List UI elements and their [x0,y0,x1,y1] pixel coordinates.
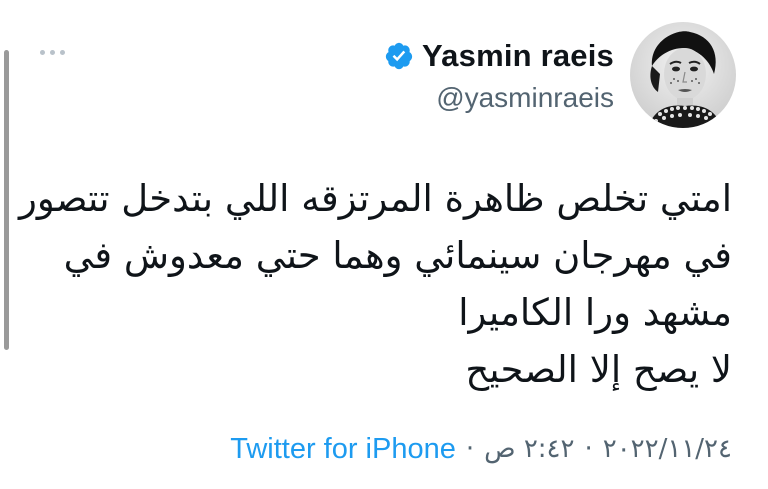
meta-separator: · [584,434,593,464]
author-handle[interactable]: @yasminraeis [436,80,614,116]
author-name-row: Yasmin raeis [384,37,614,75]
tweet-date[interactable]: ٢٠٢٢/١١/٢٤ [603,431,732,467]
verified-badge-icon [385,42,413,70]
avatar[interactable] [630,22,736,128]
more-options-icon [39,49,45,55]
more-options-icon-dot [49,49,55,55]
author-display-name[interactable]: Yasmin raeis [422,37,614,75]
more-options-icon-dot [59,49,65,55]
tweet-meta: ٢٠٢٢/١١/٢٤ · ٢:٤٢ ص · Twitter for iPhone [230,431,732,467]
tweet-screenshot: Yasmin raeis @yasminraeis امتي تخلص ظاهر… [0,0,768,489]
profile-avatar-icon [630,22,736,128]
tweet-time[interactable]: ٢:٤٢ ص [484,431,574,467]
more-options-button[interactable] [32,40,72,64]
tweet-text: امتي تخلص ظاهرة المرتزقه اللي بتدخل تتصو… [18,177,732,391]
scrollbar[interactable] [4,50,9,350]
meta-separator: · [465,434,475,464]
tweet-source-link[interactable]: Twitter for iPhone [230,431,456,467]
